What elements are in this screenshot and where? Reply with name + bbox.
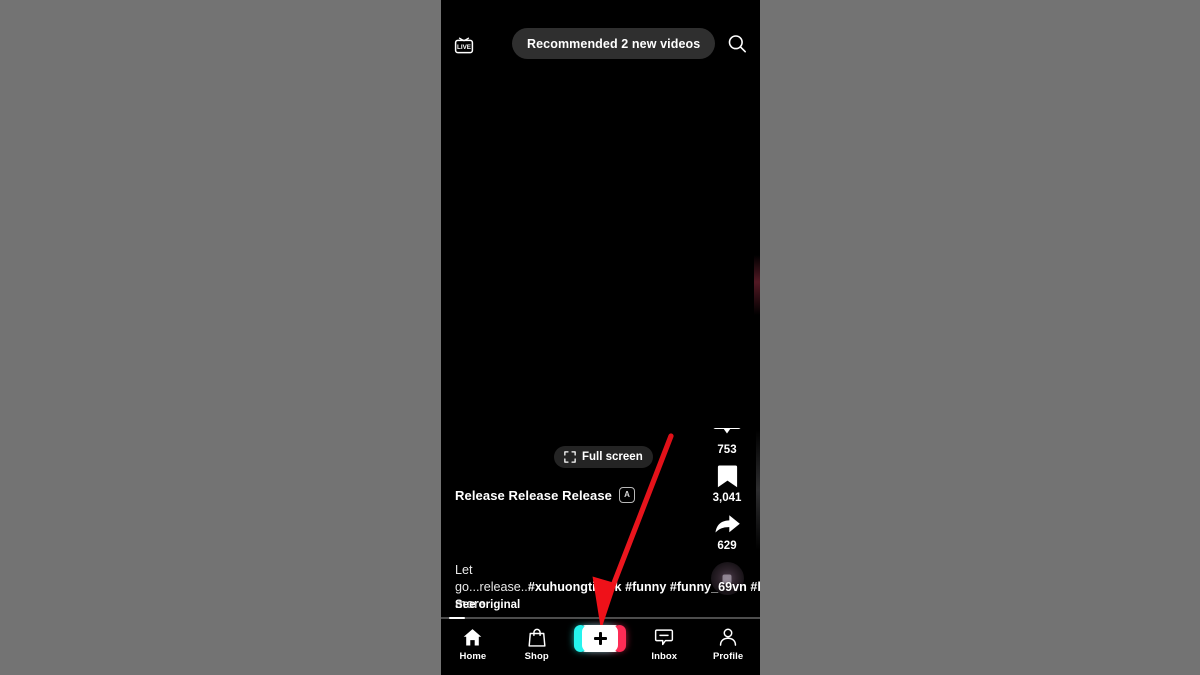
fullscreen-button[interactable]: Full screen xyxy=(554,446,653,468)
bookmark-icon xyxy=(717,465,737,488)
nav-item-home[interactable]: Home xyxy=(445,626,501,662)
create-button[interactable] xyxy=(574,625,627,652)
see-original-link[interactable]: See original xyxy=(455,599,520,611)
screenshot-canvas: LIVE Recommended 2 new videos 753 3,041 … xyxy=(0,0,1200,675)
fullscreen-expand-icon xyxy=(564,451,576,463)
share-action[interactable]: 629 xyxy=(714,511,741,552)
shop-glyph-wrap xyxy=(527,626,547,648)
comment-action[interactable]: 753 xyxy=(712,428,742,456)
live-button[interactable]: LIVE xyxy=(449,30,479,60)
nav-label-profile: Profile xyxy=(712,651,744,662)
caption-hashtag-0[interactable]: #xuhuongtiktok xyxy=(528,580,622,594)
svg-text:LIVE: LIVE xyxy=(457,44,471,51)
inbox-glyph-wrap xyxy=(654,626,674,648)
profile-person-icon xyxy=(719,628,737,646)
bookmark-count: 3,041 xyxy=(712,492,742,504)
bookmark-glyph-wrap xyxy=(716,463,739,489)
top-bar: LIVE Recommended 2 new videos xyxy=(441,0,760,88)
share-glyph-wrap xyxy=(714,511,741,537)
bottom-navigation: Home Shop Inbox Profile xyxy=(441,619,760,675)
nav-label-shop: Shop xyxy=(524,651,549,662)
comment-icon xyxy=(713,428,741,434)
recommended-videos-pill[interactable]: Recommended 2 new videos xyxy=(512,28,716,59)
caption-text: Let go...release.. xyxy=(455,563,528,594)
bookmark-action[interactable]: 3,041 xyxy=(712,463,742,504)
action-rail: 753 3,041 629 xyxy=(699,428,755,595)
nav-item-profile[interactable]: Profile xyxy=(700,626,756,662)
share-count: 629 xyxy=(717,540,737,552)
comment-glyph-wrap xyxy=(712,428,742,441)
nav-item-shop[interactable]: Shop xyxy=(509,626,565,662)
share-arrow-icon xyxy=(715,515,740,533)
home-glyph-wrap xyxy=(462,626,483,648)
nav-item-create[interactable] xyxy=(572,625,628,652)
caption-hashtag-1[interactable]: #funny xyxy=(625,580,666,594)
live-tv-icon: LIVE xyxy=(454,37,474,54)
video-edge-tint xyxy=(754,255,760,315)
create-plate xyxy=(582,625,619,652)
nav-item-inbox[interactable]: Inbox xyxy=(636,626,692,662)
nav-label-home: Home xyxy=(459,651,487,662)
video-edge-tint-secondary xyxy=(756,430,760,550)
nav-label-inbox: Inbox xyxy=(651,651,678,662)
author-row[interactable]: Release Release Release A xyxy=(455,487,635,503)
inbox-message-icon xyxy=(655,629,674,646)
shop-bag-icon xyxy=(528,628,546,647)
home-icon xyxy=(464,628,482,646)
plus-icon-vertical xyxy=(599,632,602,645)
phone-screen: LIVE Recommended 2 new videos 753 3,041 … xyxy=(441,0,760,675)
comment-count: 753 xyxy=(717,444,737,456)
caption-hashtag-3[interactable]: #huynhlap xyxy=(750,580,760,594)
profile-glyph-wrap xyxy=(718,626,738,648)
translate-badge[interactable]: A xyxy=(618,487,635,503)
search-button[interactable] xyxy=(722,29,752,59)
fullscreen-label: Full screen xyxy=(582,451,643,463)
caption-hashtag-2[interactable]: #funny_69vn xyxy=(670,580,747,594)
search-icon xyxy=(728,35,746,53)
author-name: Release Release Release xyxy=(455,487,612,503)
